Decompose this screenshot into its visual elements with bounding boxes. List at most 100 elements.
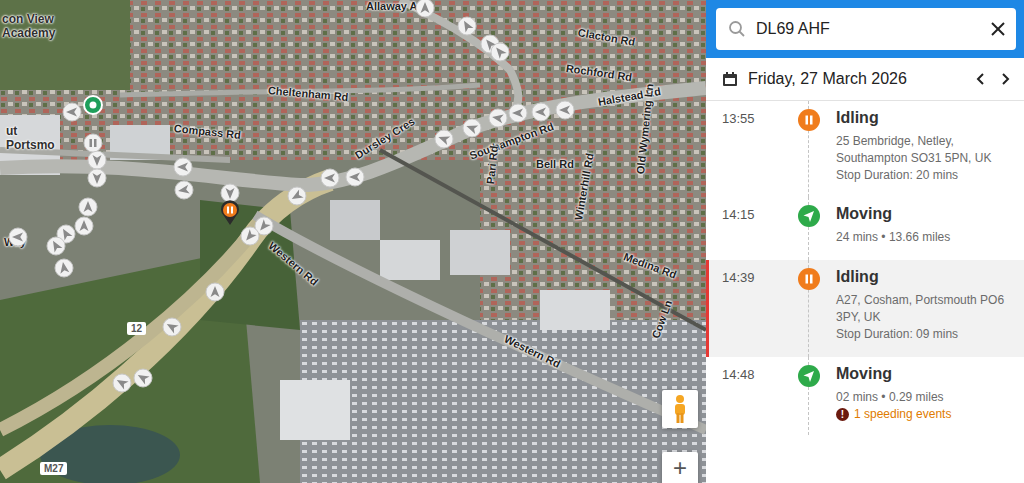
track-marker[interactable] [434, 129, 454, 149]
track-marker[interactable] [490, 42, 510, 62]
timeline-entry[interactable]: 14:15Moving24 mins • 13.66 miles [706, 197, 1024, 260]
track-marker[interactable] [462, 118, 482, 138]
direction-arrow-icon [287, 186, 307, 206]
direction-arrow-icon [87, 150, 107, 170]
entry-summary: 24 mins • 13.66 miles [836, 229, 1008, 246]
track-marker[interactable] [74, 216, 94, 236]
entry-address: A27, Cosham, Portsmouth PO6 3PY, UK [836, 292, 1008, 326]
pause-icon [798, 268, 820, 290]
entry-title: Idling [836, 268, 1008, 286]
clear-icon[interactable] [990, 21, 1006, 37]
track-marker[interactable] [87, 168, 107, 188]
direction-arrow-icon [8, 227, 28, 247]
direction-arrow-icon [46, 236, 66, 256]
track-marker[interactable] [320, 168, 340, 188]
track-marker[interactable] [488, 108, 508, 128]
date-label: Friday, 27 March 2026 [748, 70, 964, 88]
timeline-entry[interactable]: 14:39 Idling A27, Cosham, Portsmouth PO6 3… [706, 260, 1024, 356]
status-dot [798, 365, 820, 387]
direction-arrow-icon [462, 118, 482, 138]
status-dot [798, 268, 820, 290]
track-marker[interactable] [173, 157, 193, 177]
direction-arrow-icon [508, 103, 528, 123]
street-view-button[interactable] [662, 390, 698, 428]
direction-arrow-icon [240, 226, 260, 246]
track-marker[interactable] [46, 236, 66, 256]
track-marker[interactable] [62, 102, 82, 122]
track-marker[interactable] [508, 103, 528, 123]
trip-panel: DL69 AHF Friday, 27 March 2026 13:55 Idling… [706, 0, 1024, 483]
track-marker[interactable] [83, 133, 103, 153]
track-marker[interactable] [555, 100, 575, 120]
entry-address: 25 Bembridge, Netley, Southampton SO31 5… [836, 133, 1008, 167]
track-marker[interactable] [205, 282, 225, 302]
track-marker[interactable] [415, 0, 435, 18]
map-label: 12 [127, 322, 146, 335]
entry-time: 14:15 [722, 205, 782, 246]
timeline-entry[interactable]: 13:55 Idling 25 Bembridge, Netley, Southam… [706, 101, 1024, 197]
map-label: con View Academy [2, 12, 64, 40]
entry-time: 13:55 [722, 109, 782, 183]
track-marker[interactable] [287, 186, 307, 206]
direction-arrow-icon [555, 100, 575, 120]
direction-arrow-icon [62, 102, 82, 122]
track-marker[interactable] [531, 102, 551, 122]
previous-day-icon[interactable] [974, 72, 988, 86]
track-marker[interactable] [345, 167, 365, 187]
track-marker[interactable] [83, 95, 103, 115]
direction-arrow-icon [457, 16, 477, 36]
track-marker[interactable] [8, 227, 28, 247]
zoom-in-button[interactable]: + [662, 452, 698, 483]
direction-arrow-icon [415, 0, 435, 18]
direction-arrow-icon [320, 168, 340, 188]
direction-arrow-icon [78, 197, 98, 217]
track-marker[interactable] [457, 16, 477, 36]
track-marker[interactable] [240, 226, 260, 246]
direction-arrow-icon [54, 258, 74, 278]
search-field[interactable]: DL69 AHF [716, 8, 1016, 50]
track-marker[interactable] [87, 150, 107, 170]
direction-arrow-icon [531, 102, 551, 122]
map-label: ut Portsmo [6, 124, 68, 152]
track-marker[interactable] [78, 197, 98, 217]
track-marker[interactable] [174, 180, 194, 200]
alert-icon: ! [836, 408, 849, 421]
entry-duration: Stop Duration: 09 mins [836, 326, 1008, 343]
speeding-alert[interactable]: ! 1 speeding events [836, 407, 1008, 421]
alert-text: 1 speeding events [854, 407, 951, 421]
search-value[interactable]: DL69 AHF [756, 20, 980, 38]
track-marker[interactable] [220, 200, 240, 220]
entry-title: Idling [836, 109, 1008, 127]
next-day-icon[interactable] [998, 72, 1012, 86]
direction-arrow-icon [490, 42, 510, 62]
direction-arrow-icon [74, 216, 94, 236]
entry-summary: 02 mins • 0.29 miles [836, 389, 1008, 406]
entry-time: 14:48 [722, 365, 782, 422]
search-icon [728, 20, 746, 38]
direction-arrow-icon [434, 129, 454, 149]
map-label: Bell Rd [536, 158, 574, 170]
direction-arrow-icon [174, 180, 194, 200]
date-bar: Friday, 27 March 2026 [706, 58, 1024, 101]
track-marker[interactable] [133, 368, 153, 388]
track-marker[interactable] [112, 373, 132, 393]
timeline-entry[interactable]: 14:48Moving02 mins • 0.29 miles!1 speedi… [706, 357, 1024, 436]
direction-arrow-icon [173, 157, 193, 177]
entry-duration: Stop Duration: 20 mins [836, 167, 1008, 184]
pause-icon [798, 109, 820, 131]
track-marker[interactable] [54, 258, 74, 278]
direction-arrow-icon [220, 183, 240, 203]
map[interactable]: Allaway AClacton RdRochford RdCheltenham… [0, 0, 706, 483]
tracking-app: Allaway AClacton RdRochford RdCheltenham… [0, 0, 1024, 483]
calendar-icon [722, 71, 738, 87]
direction-arrow-icon [205, 282, 225, 302]
status-dot [798, 205, 820, 227]
pause-icon [83, 133, 103, 153]
entry-time: 14:39 [722, 268, 782, 342]
track-marker[interactable] [162, 317, 182, 337]
idle-pin-icon [220, 200, 240, 226]
status-dot [798, 109, 820, 131]
track-marker[interactable] [220, 183, 240, 203]
timeline: 13:55 Idling 25 Bembridge, Netley, Southam… [706, 101, 1024, 483]
search-bar: DL69 AHF [706, 0, 1024, 58]
